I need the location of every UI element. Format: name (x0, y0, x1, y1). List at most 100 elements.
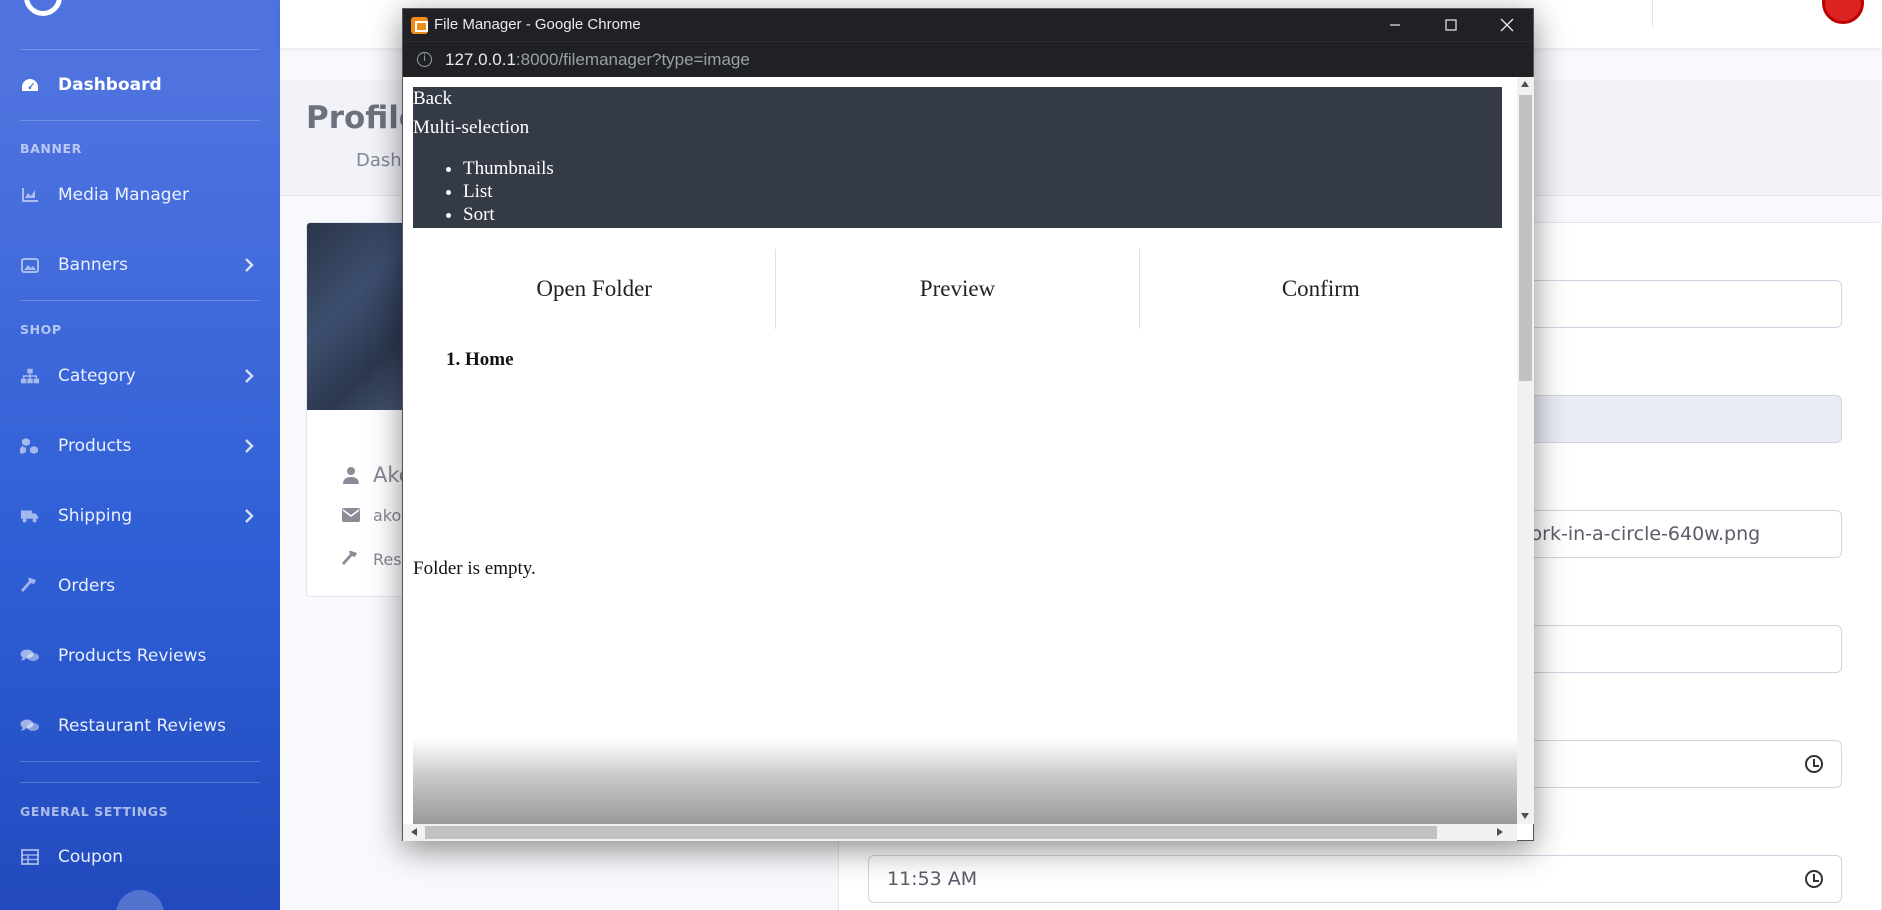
end-time-value: 11:53 AM (887, 868, 978, 890)
tachometer-icon (20, 75, 40, 95)
sort-link[interactable]: Sort (463, 203, 554, 226)
sidebar-item-restaurant-reviews[interactable]: Restaurant Reviews (0, 702, 280, 750)
sidebar-item-orders[interactable]: Orders (0, 562, 280, 610)
file-manager-content: Back Multi-selection Thumbnails List Sor… (403, 77, 1517, 824)
sidebar-divider (20, 300, 260, 301)
comments-icon (20, 646, 40, 666)
chevron-right-icon (240, 256, 258, 274)
sidebar-divider (20, 761, 260, 762)
close-icon (1500, 18, 1514, 32)
window-title: File Manager - Google Chrome (434, 16, 641, 33)
url-text: 127.0.0.1:8000/filemanager?type=image (445, 50, 750, 70)
breadcrumb[interactable]: Dash (356, 150, 402, 171)
cubes-icon (20, 436, 40, 456)
truck-icon (20, 506, 40, 526)
sidebar-item-products-reviews[interactable]: Products Reviews (0, 632, 280, 680)
photo-field-value: -fork-in-a-circle-640w.png (1517, 523, 1761, 545)
profile-role-row: Res (341, 549, 402, 569)
multi-selection-toggle[interactable]: Multi-selection (413, 116, 529, 140)
chevron-right-icon (240, 367, 258, 385)
view-list-link[interactable]: List (463, 180, 554, 203)
address-bar[interactable]: i 127.0.0.1:8000/filemanager?type=image (403, 41, 1533, 77)
loading-overlay (413, 739, 1517, 824)
sidebar-item-coupon[interactable]: Coupon (0, 833, 280, 881)
sidebar-toggle-button[interactable] (116, 890, 164, 910)
confirm-button[interactable]: Confirm (1140, 249, 1502, 329)
clock-icon[interactable] (1805, 755, 1823, 773)
file-manager-app-icon (411, 17, 428, 34)
sidebar-item-label: Products Reviews (58, 646, 207, 666)
profile-image (307, 223, 415, 410)
back-link[interactable]: Back (413, 87, 452, 111)
chart-area-icon (20, 185, 40, 205)
topbar-divider (1652, 0, 1653, 28)
sidebar-item-label: Category (58, 366, 136, 386)
close-button[interactable] (1479, 9, 1535, 41)
table-icon (20, 847, 40, 867)
empty-folder-message: Folder is empty. (413, 558, 536, 579)
hammer-icon (20, 576, 40, 596)
window-titlebar[interactable]: File Manager - Google Chrome (403, 9, 1533, 41)
file-manager-actions: Open Folder Preview Confirm (413, 249, 1502, 329)
url-host: 127.0.0.1 (445, 50, 516, 69)
scroll-left-arrow-icon[interactable] (411, 828, 417, 836)
chevron-right-icon (240, 507, 258, 525)
view-mode-list: Thumbnails List Sort (463, 157, 554, 226)
sidebar-item-label: Coupon (58, 847, 124, 867)
sidebar-heading: GENERAL SETTINGS (20, 804, 169, 819)
file-manager-navbar: Back Multi-selection Thumbnails List Sor… (413, 87, 1502, 228)
sidebar-item-label: Restaurant Reviews (58, 716, 226, 736)
sidebar-item-label: Shipping (58, 506, 133, 526)
horizontal-scroll-thumb[interactable] (425, 826, 1437, 839)
profile-role: Res (373, 549, 402, 569)
vertical-scrollbar[interactable] (1517, 77, 1534, 824)
profile-card: Ako ako Res (306, 222, 416, 597)
sitemap-icon (20, 366, 40, 386)
open-folder-button[interactable]: Open Folder (413, 249, 777, 329)
image-icon (20, 255, 40, 275)
user-icon (341, 465, 361, 485)
minimize-button[interactable] (1367, 9, 1423, 41)
scroll-up-arrow-icon[interactable] (1521, 81, 1529, 87)
info-icon[interactable]: i (417, 52, 432, 67)
sidebar-divider (20, 49, 260, 50)
sidebar-item-label: Dashboard (58, 75, 162, 95)
sidebar-divider (20, 782, 260, 783)
sidebar-item-category[interactable]: Category (0, 352, 280, 400)
preview-button[interactable]: Preview (776, 249, 1140, 329)
sidebar-item-label: Banners (58, 255, 128, 275)
clock-icon[interactable] (1805, 870, 1823, 888)
scroll-right-arrow-icon[interactable] (1497, 828, 1503, 836)
sidebar-item-products[interactable]: Products (0, 422, 280, 470)
comments-icon (20, 716, 40, 736)
sidebar-item-banners[interactable]: Banners (0, 241, 280, 289)
chevron-right-icon (240, 437, 258, 455)
minimize-icon (1390, 24, 1400, 26)
sidebar-heading: BANNER (20, 141, 82, 156)
horizontal-scrollbar[interactable] (403, 824, 1517, 841)
maximize-button[interactable] (1423, 9, 1479, 41)
sidebar-divider (20, 120, 260, 121)
folder-breadcrumb: Home (443, 349, 514, 371)
envelope-icon (341, 505, 361, 525)
scroll-down-arrow-icon[interactable] (1521, 813, 1529, 819)
sidebar-item-label: Orders (58, 576, 116, 596)
file-manager-window: File Manager - Google Chrome i 127.0.0.1… (402, 8, 1534, 841)
sidebar-item-label: Media Manager (58, 185, 189, 205)
breadcrumb-home[interactable]: Home (465, 349, 514, 371)
sidebar: Dashboard BANNER Media Manager Banners S… (0, 0, 280, 910)
vertical-scroll-thumb[interactable] (1519, 95, 1532, 381)
sidebar-heading: SHOP (20, 322, 62, 337)
brand-logo[interactable] (24, 0, 62, 16)
maximize-icon (1445, 19, 1457, 31)
profile-email-row: ako (341, 505, 401, 525)
sidebar-item-shipping[interactable]: Shipping (0, 492, 280, 540)
end-time-field[interactable]: 11:53 AM (868, 855, 1842, 903)
view-thumbnails-link[interactable]: Thumbnails (463, 157, 554, 180)
profile-email: ako (373, 505, 402, 525)
sidebar-item-media-manager[interactable]: Media Manager (0, 171, 280, 219)
url-path: :8000/filemanager?type=image (515, 50, 750, 69)
hammer-icon (341, 549, 361, 569)
sidebar-item-label: Products (58, 436, 132, 456)
sidebar-item-dashboard[interactable]: Dashboard (0, 61, 280, 109)
